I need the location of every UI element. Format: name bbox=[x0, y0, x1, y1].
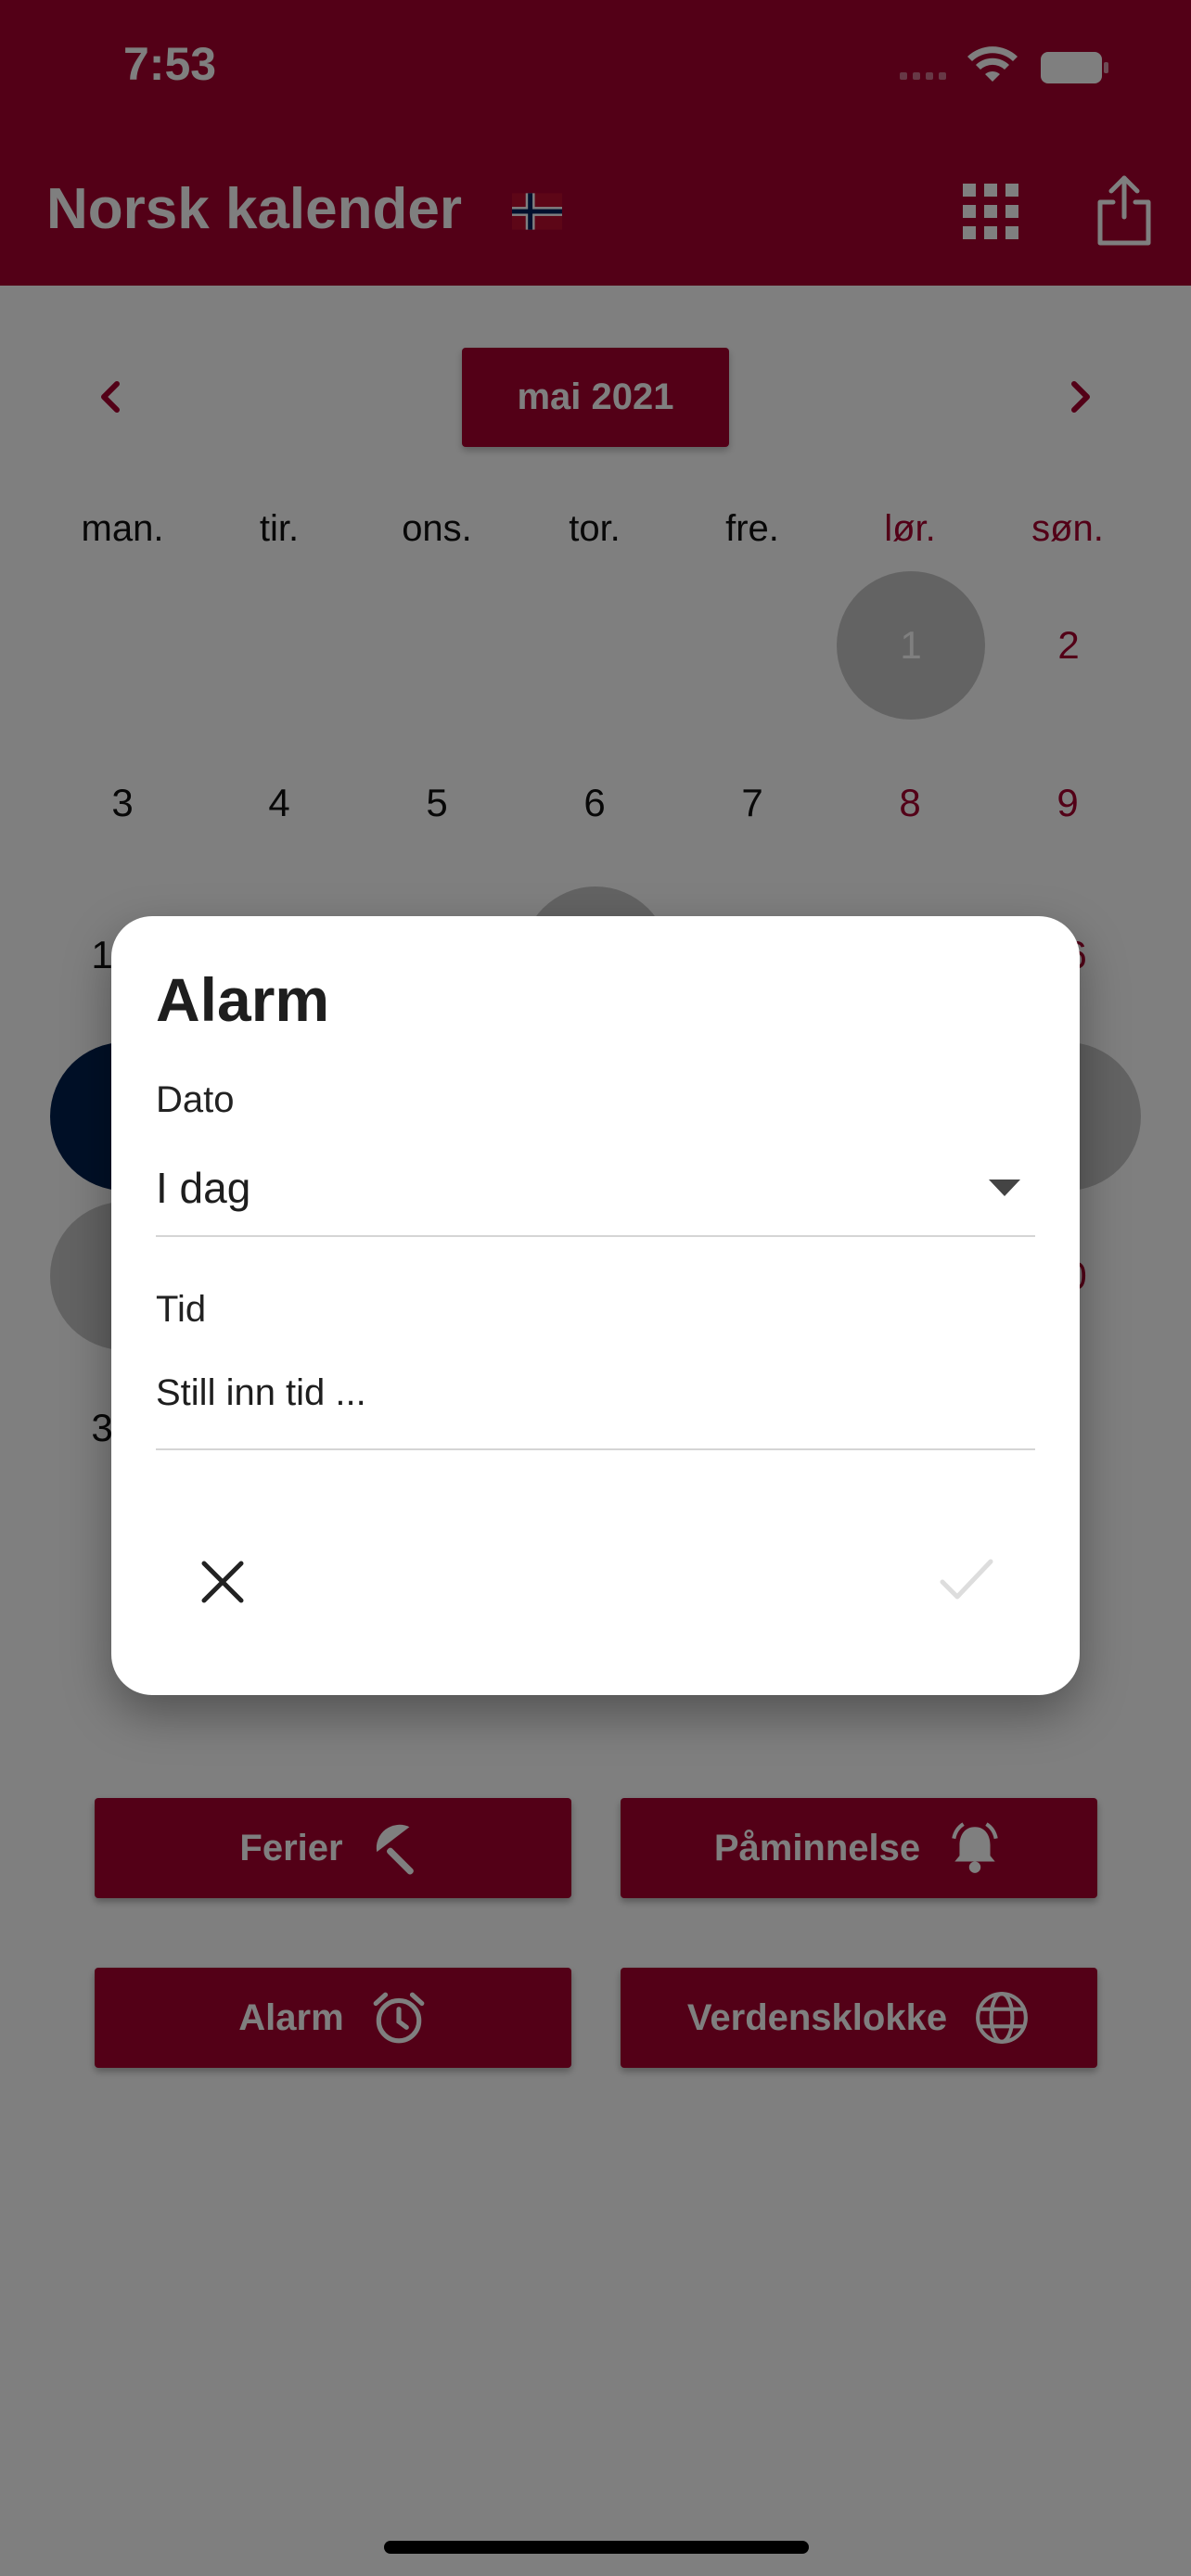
home-indicator bbox=[384, 2541, 809, 2554]
dialog-title: Alarm bbox=[156, 965, 330, 1034]
time-placeholder: Still inn tid ... bbox=[156, 1372, 366, 1413]
date-dropdown-value: I dag bbox=[156, 1164, 251, 1212]
close-icon[interactable] bbox=[195, 1554, 250, 1610]
check-icon[interactable] bbox=[937, 1554, 996, 1606]
alarm-dialog: Alarm Dato I dag Tid Still inn tid ... bbox=[111, 916, 1080, 1695]
time-picker-field[interactable]: Still inn tid ... bbox=[156, 1356, 1035, 1450]
date-label: Dato bbox=[156, 1079, 235, 1120]
date-dropdown[interactable]: I dag bbox=[156, 1146, 1035, 1237]
dropdown-arrow-icon bbox=[989, 1180, 1020, 1196]
time-label: Tid bbox=[156, 1289, 207, 1330]
